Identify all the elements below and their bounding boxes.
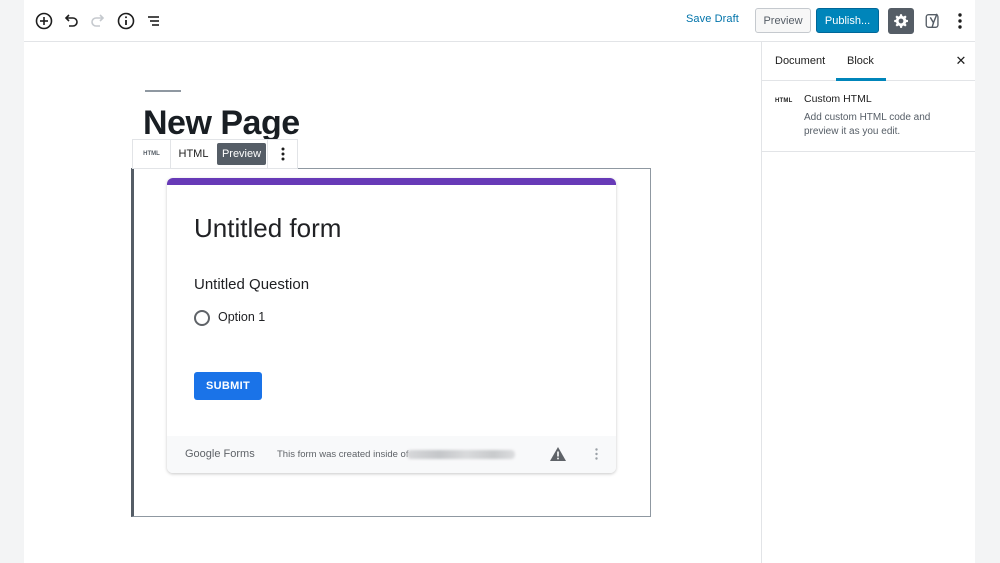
- form-title: Untitled form: [194, 213, 342, 243]
- yoast-icon: [925, 13, 939, 28]
- html-block-icon[interactable]: HTML: [133, 140, 171, 168]
- page-title[interactable]: New Page: [143, 104, 300, 143]
- preview-tab[interactable]: Preview: [217, 143, 266, 165]
- form-accent-bar: [167, 178, 616, 185]
- option-label: Option 1: [218, 310, 266, 324]
- block-more-button[interactable]: [267, 140, 297, 168]
- block-card: HTML Custom HTML Add custom HTML code an…: [762, 81, 975, 152]
- settings-sidebar: Document Block ✕ HTML Custom HTML Add cu…: [761, 42, 975, 563]
- redacted-domain: [407, 450, 515, 459]
- more-vertical-icon: [594, 448, 598, 460]
- block-card-title: Custom HTML: [804, 93, 872, 105]
- undo-icon[interactable]: [60, 10, 82, 32]
- save-draft-button[interactable]: Save Draft: [686, 13, 739, 25]
- block-toolbar: HTML HTML Preview: [132, 139, 298, 169]
- settings-button[interactable]: [888, 8, 914, 34]
- info-icon[interactable]: [115, 10, 137, 32]
- gear-icon: [894, 14, 908, 28]
- submit-button[interactable]: SUBMIT: [194, 372, 262, 400]
- google-form-embed: Untitled form Untitled Question Option 1…: [167, 178, 616, 473]
- yoast-button[interactable]: [922, 10, 944, 32]
- title-separator: [145, 90, 181, 92]
- close-icon[interactable]: ✕: [954, 54, 968, 68]
- add-block-icon[interactable]: [33, 10, 55, 32]
- html-block-icon: HTML: [775, 98, 793, 104]
- tab-document[interactable]: Document: [775, 55, 825, 67]
- more-options-button[interactable]: [950, 10, 970, 32]
- form-question: Untitled Question: [194, 276, 310, 293]
- preview-button[interactable]: Preview: [755, 8, 811, 33]
- redo-icon[interactable]: [87, 10, 109, 32]
- form-footer-note: This form was created inside of: [277, 449, 409, 460]
- editor-app: Save Draft Preview Publish... New Page H…: [24, 0, 975, 563]
- sidebar-tabs: Document Block ✕: [762, 42, 975, 81]
- block-card-description: Add custom HTML code and preview it as y…: [804, 112, 931, 137]
- publish-button[interactable]: Publish...: [816, 8, 879, 33]
- outline-icon[interactable]: [143, 10, 165, 32]
- form-footer: Google Forms This form was created insid…: [167, 436, 616, 473]
- google-forms-logo[interactable]: Google Forms: [185, 448, 255, 460]
- more-vertical-icon: [281, 147, 284, 161]
- top-toolbar: Save Draft Preview Publish...: [24, 0, 975, 42]
- footer-more-button[interactable]: [589, 446, 603, 462]
- more-vertical-icon: [958, 13, 962, 29]
- tab-block[interactable]: Block: [847, 55, 874, 67]
- html-tab[interactable]: HTML: [171, 140, 216, 168]
- radio-button[interactable]: [194, 310, 210, 326]
- warning-icon[interactable]: [549, 446, 567, 462]
